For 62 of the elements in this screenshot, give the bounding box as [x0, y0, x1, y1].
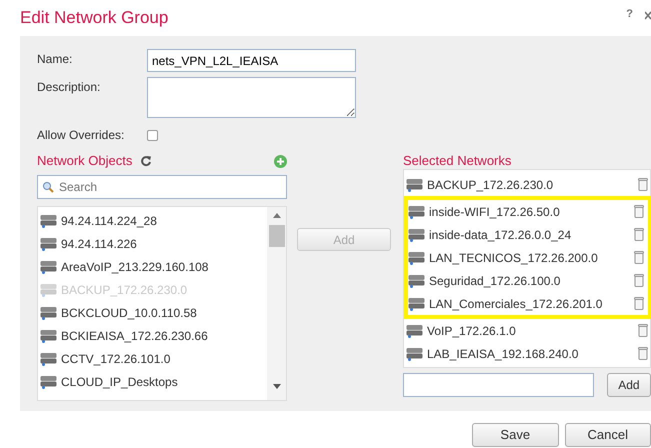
section-title: Selected Networks [403, 152, 512, 170]
list-item[interactable]: AreaVoIP_213.229.160.108 [40, 255, 267, 278]
dialog-title: Edit Network Group [20, 7, 168, 29]
list-item[interactable]: LAN_TECNICOS_172.26.200.0 [408, 246, 646, 269]
trash-icon[interactable] [634, 297, 644, 310]
trash-icon[interactable] [634, 251, 644, 264]
list-item[interactable]: BACKUP_172.26.230.0 [406, 173, 650, 196]
server-icon [408, 296, 425, 310]
scroll-up-icon[interactable] [272, 213, 280, 219]
list-item[interactable]: CLOUD_IP_Desktops [40, 370, 267, 393]
trash-icon[interactable] [638, 324, 648, 337]
trash-icon[interactable] [634, 228, 644, 241]
list-item[interactable]: VoIP_172.26.1.0 [406, 319, 650, 342]
list-item[interactable]: BCKCLOUD_10.0.110.58 [40, 301, 267, 324]
field-label: Name: [37, 51, 74, 68]
trash-icon[interactable] [638, 347, 648, 360]
dialog-button[interactable]: Cancel [564, 423, 651, 447]
scroll-down-icon[interactable] [272, 384, 280, 390]
description-field[interactable] [147, 77, 356, 118]
list-item[interactable]: LAN_Comerciales_172.26.201.0 [408, 292, 646, 315]
list-item[interactable]: 94.24.114.224_28 [40, 209, 267, 232]
refresh-icon[interactable] [140, 155, 152, 167]
scrollbar-thumb[interactable] [268, 225, 284, 247]
name-field[interactable]: nets_VPN_L2L_IEAISA [147, 49, 356, 72]
server-icon [40, 282, 57, 296]
checkbox[interactable] [147, 130, 158, 140]
list-item[interactable]: BCKIEAISA_172.26.230.66 [40, 324, 267, 347]
list-item[interactable]: inside-WIFI_172.26.50.0 [408, 200, 646, 223]
field-label: Allow Overrides: [37, 127, 126, 144]
list-item[interactable]: Seguridad_172.26.100.0 [408, 269, 646, 292]
server-icon [406, 178, 423, 192]
close-icon[interactable] [645, 10, 651, 20]
server-icon [40, 214, 57, 228]
list-item[interactable]: CCTV_172.26.101.0 [40, 347, 267, 370]
server-icon [40, 352, 57, 366]
server-icon [406, 346, 423, 360]
server-icon [408, 274, 425, 288]
trash-icon[interactable] [634, 274, 644, 287]
help-icon[interactable]: ? [626, 6, 633, 23]
server-icon [406, 324, 423, 338]
server-icon [40, 374, 57, 388]
server-icon [408, 250, 425, 264]
list-item[interactable]: LAB_IEAISA_192.168.240.0 [406, 342, 650, 365]
trash-icon[interactable] [634, 205, 644, 218]
trash-icon[interactable] [638, 178, 648, 191]
search-icon [42, 181, 54, 193]
list-item[interactable]: 94.24.114.226 [40, 232, 267, 255]
server-icon [408, 228, 425, 242]
server-icon [40, 328, 57, 342]
add-icon[interactable] [274, 154, 287, 168]
server-icon [40, 260, 57, 274]
scrollbar[interactable] [267, 207, 286, 400]
server-icon [408, 204, 425, 218]
list-item[interactable]: inside-data_172.26.0.0_24 [408, 223, 646, 246]
server-icon [40, 236, 57, 250]
search-field[interactable]: Search [37, 175, 287, 199]
network-input-field[interactable] [403, 373, 594, 397]
field-label: Description: [37, 79, 102, 96]
add-button[interactable]: Add [606, 373, 651, 397]
section-title: Network Objects [37, 152, 132, 170]
dialog-button[interactable]: Save [472, 423, 558, 447]
server-icon [40, 306, 57, 320]
